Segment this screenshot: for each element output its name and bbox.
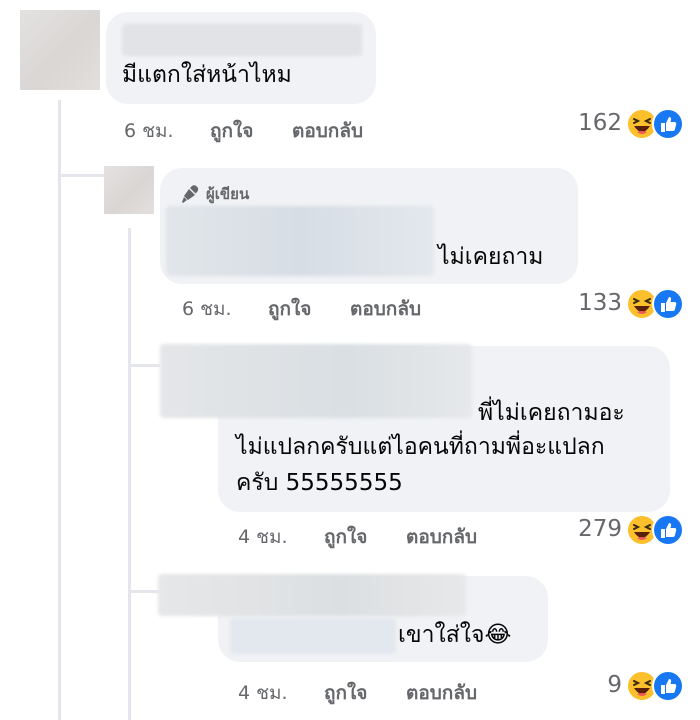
avatar[interactable]	[20, 10, 100, 90]
commenter-name-redacted[interactable]	[122, 24, 362, 56]
reply-button[interactable]: ตอบกลับ	[292, 116, 363, 146]
comment-text: มีแตกใส่หน้าไหม	[122, 62, 292, 88]
comment-text-line-1: พี่ไม่เคยถามอะ	[478, 400, 625, 426]
timestamp[interactable]: 4 ชม.	[238, 522, 288, 552]
comment-text-body: เขาใส่ใจ	[398, 622, 485, 648]
author-badge-label: ผู้เขียน	[206, 185, 250, 203]
timestamp[interactable]: 4 ชม.	[238, 678, 288, 708]
like-button[interactable]: ถูกใจ	[210, 116, 253, 146]
like-button[interactable]: ถูกใจ	[324, 522, 367, 552]
like-reaction-icon	[652, 670, 684, 702]
thread-connector-1	[58, 174, 104, 177]
timestamp[interactable]: 6 ชม.	[182, 294, 232, 324]
reactions[interactable]	[626, 108, 686, 140]
comment-text: ไม่เคยถาม	[438, 244, 544, 270]
reaction-count[interactable]: 279	[540, 516, 622, 542]
comment-meta: 4 ชม. ถูกใจ ตอบกลับ	[238, 678, 538, 704]
laughing-tears-emoji: 😂	[484, 622, 512, 648]
reply-button[interactable]: ตอบกลับ	[406, 522, 477, 552]
comment-meta: 6 ชม. ถูกใจ ตอบกลับ	[124, 116, 424, 142]
comment-meta: 6 ชม. ถูกใจ ตอบกลับ	[182, 294, 482, 320]
comment-text: เขาใส่ใจ😂	[398, 618, 511, 652]
comment-meta: 4 ชม. ถูกใจ ตอบกลับ	[238, 522, 538, 548]
reply-button[interactable]: ตอบกลับ	[406, 678, 477, 708]
reactions[interactable]	[626, 514, 686, 546]
reactions[interactable]	[626, 288, 686, 320]
like-reaction-icon	[652, 108, 684, 140]
like-button[interactable]: ถูกใจ	[324, 678, 367, 708]
like-button[interactable]: ถูกใจ	[268, 294, 311, 324]
comment-text-line-2: ไม่แปลกครับแต่ไอคนที่ถามพี่อะแปลก	[236, 434, 605, 460]
reaction-count[interactable]: 9	[540, 672, 622, 698]
like-reaction-icon	[652, 288, 684, 320]
like-reaction-icon	[652, 514, 684, 546]
commenter-name-redacted[interactable]	[158, 574, 466, 616]
timestamp[interactable]: 6 ชม.	[124, 116, 174, 146]
thread-line-main	[58, 100, 61, 720]
commenter-name-redacted[interactable]	[166, 206, 434, 276]
commenter-name-redacted[interactable]	[160, 344, 472, 418]
microphone-icon	[182, 185, 199, 203]
reactions[interactable]	[626, 670, 686, 702]
thread-connector-2	[128, 364, 160, 367]
avatar[interactable]	[104, 166, 154, 214]
reaction-count[interactable]: 133	[540, 290, 622, 316]
commenter-tag-redacted[interactable]	[230, 618, 396, 654]
reply-button[interactable]: ตอบกลับ	[350, 294, 421, 324]
reaction-count[interactable]: 162	[540, 110, 622, 136]
thread-connector-3	[128, 590, 160, 593]
author-badge: ผู้เขียน	[180, 182, 249, 206]
comment-text-line-3: ครับ 55555555	[236, 470, 403, 496]
thread-line-nested	[128, 228, 131, 720]
